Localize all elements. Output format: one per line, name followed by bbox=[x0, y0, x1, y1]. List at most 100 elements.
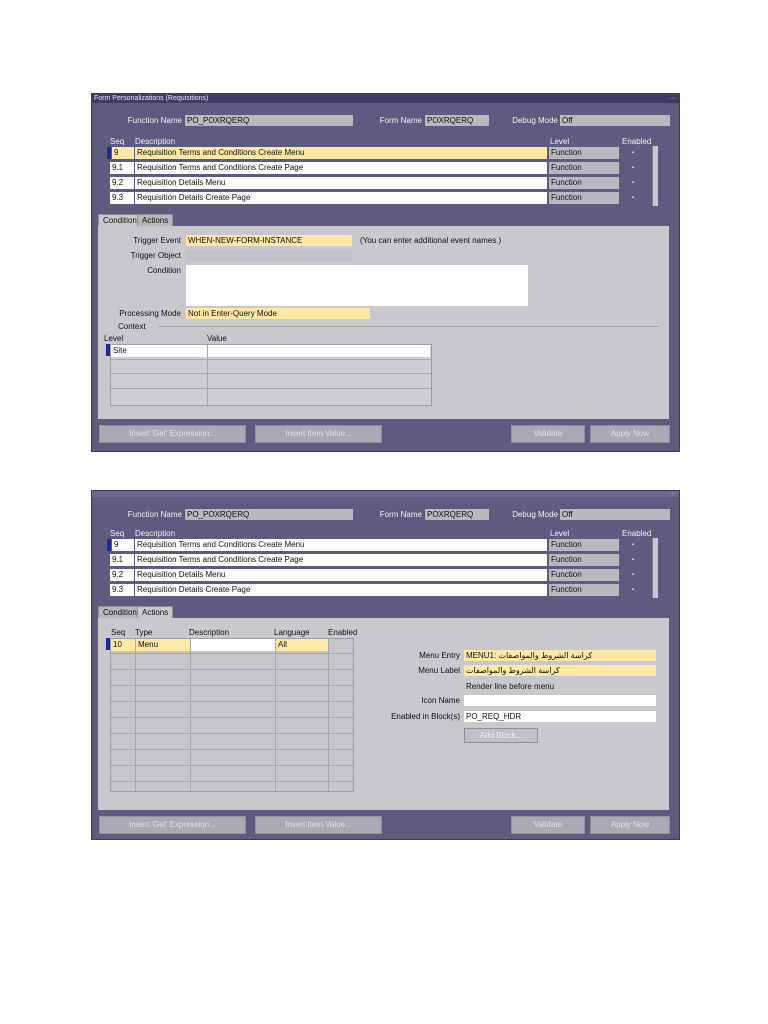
row-description[interactable]: Requisition Terms and Conditions Create … bbox=[135, 147, 547, 159]
enabled-in-blocks-field[interactable]: PO_REQ_HDR bbox=[464, 711, 656, 722]
icon-name-field[interactable] bbox=[464, 695, 656, 706]
debug-mode-select[interactable]: Off bbox=[560, 115, 670, 126]
condition-label: Condition bbox=[147, 266, 181, 275]
condition-panel: Trigger Event WHEN-NEW-FORM-INSTANCE (Yo… bbox=[98, 226, 669, 419]
row-seq[interactable]: 9.2 bbox=[110, 177, 134, 189]
row-level[interactable]: Function bbox=[549, 569, 619, 581]
table-row[interactable]: 9.1 Requisition Terms and Conditions Cre… bbox=[110, 553, 645, 566]
rows-scrollbar[interactable] bbox=[652, 538, 658, 598]
row-enabled-checkbox[interactable]: ▪ bbox=[621, 584, 645, 596]
row-description[interactable]: Requisition Details Menu bbox=[135, 177, 547, 189]
row-description[interactable]: Requisition Terms and Conditions Create … bbox=[135, 554, 547, 566]
grid-line bbox=[111, 749, 353, 750]
grid-line bbox=[328, 639, 329, 791]
trigger-event-hint: (You can enter additional event names.) bbox=[360, 236, 502, 245]
action-col-type-header: Type bbox=[135, 628, 153, 637]
validate-button[interactable]: Validate bbox=[511, 425, 585, 443]
insert-get-expression-button[interactable]: Insert 'Get' Expression... bbox=[99, 425, 246, 443]
table-row[interactable]: 9.2 Requisition Details Menu Function ▪ bbox=[110, 568, 645, 581]
menu-entry-select[interactable]: MENU1: كراسة الشروط والمواصفات bbox=[464, 650, 656, 661]
row-seq[interactable]: 9 bbox=[112, 539, 134, 551]
insert-item-value-button[interactable]: Insert Item Value... bbox=[255, 816, 382, 834]
row-description[interactable]: Requisition Details Create Page bbox=[135, 584, 547, 596]
window-controls[interactable]: ··· bbox=[669, 490, 676, 497]
trigger-object-field[interactable] bbox=[186, 250, 352, 261]
row-level[interactable]: Function bbox=[549, 162, 619, 174]
table-row[interactable]: 9.2 Requisition Details Menu Function ▪ bbox=[110, 176, 645, 189]
row-level[interactable]: Function bbox=[549, 584, 619, 596]
processing-mode-select[interactable]: Not in Enter-Query Mode bbox=[186, 308, 370, 319]
action-seq-cell[interactable]: 10 bbox=[111, 639, 135, 651]
row-enabled-checkbox[interactable]: ▪ bbox=[621, 569, 645, 581]
row-enabled-checkbox[interactable]: ▪ bbox=[621, 147, 645, 159]
row-seq[interactable]: 9.3 bbox=[110, 584, 134, 596]
context-level-cell[interactable]: Site bbox=[111, 345, 207, 357]
form-name-label: Form Name bbox=[379, 510, 422, 519]
row-seq[interactable]: 9.1 bbox=[110, 554, 134, 566]
table-row[interactable]: 9 Requisition Terms and Conditions Creat… bbox=[110, 146, 645, 159]
function-name-field[interactable]: PO_POXRQERQ bbox=[185, 509, 353, 520]
table-row[interactable]: 9.3 Requisition Details Create Page Func… bbox=[110, 191, 645, 204]
debug-mode-select[interactable]: Off bbox=[560, 509, 670, 520]
trigger-object-label: Trigger Object bbox=[130, 251, 181, 260]
grid-line bbox=[111, 388, 431, 389]
function-name-field[interactable]: PO_POXRQERQ bbox=[185, 115, 353, 126]
row-enabled-checkbox[interactable]: ▪ bbox=[621, 554, 645, 566]
table-row[interactable]: 9 Requisition Terms and Conditions Creat… bbox=[110, 538, 645, 551]
action-col-description-header: Description bbox=[189, 628, 230, 637]
action-record-indicator bbox=[106, 638, 110, 650]
condition-textarea[interactable] bbox=[186, 265, 528, 306]
validate-button[interactable]: Validate bbox=[511, 816, 585, 834]
menu-label-field[interactable]: كراسة الشروط والمواصفات bbox=[464, 665, 656, 676]
col-level-header: Level bbox=[550, 137, 570, 146]
row-level[interactable]: Function bbox=[549, 192, 619, 204]
debug-mode-label: Debug Mode bbox=[512, 510, 558, 519]
form-name-field[interactable]: POXRQERQ bbox=[425, 509, 489, 520]
row-level[interactable]: Function bbox=[549, 539, 619, 551]
row-description[interactable]: Requisition Terms and Conditions Create … bbox=[135, 539, 547, 551]
render-line-checkbox[interactable]: Render line before menu bbox=[466, 682, 554, 691]
action-description-cell[interactable] bbox=[191, 639, 275, 651]
window-title: Form Personalizations (Requisitions) bbox=[94, 95, 209, 102]
window-title-bar: Form Personalizations (Requisitions) ··· bbox=[92, 94, 679, 103]
grid-line bbox=[111, 701, 353, 702]
trigger-event-label: Trigger Event bbox=[133, 236, 181, 245]
row-description[interactable]: Requisition Details Create Page bbox=[135, 192, 547, 204]
row-seq[interactable]: 9.1 bbox=[110, 162, 134, 174]
trigger-event-field[interactable]: WHEN-NEW-FORM-INSTANCE bbox=[186, 235, 352, 246]
insert-get-expression-button[interactable]: Insert 'Get' Expression... bbox=[99, 816, 246, 834]
row-seq[interactable]: 9.2 bbox=[110, 569, 134, 581]
row-description[interactable]: Requisition Terms and Conditions Create … bbox=[135, 162, 547, 174]
row-enabled-checkbox[interactable]: ▪ bbox=[621, 539, 645, 551]
row-level[interactable]: Function bbox=[549, 177, 619, 189]
row-enabled-checkbox[interactable]: ▪ bbox=[621, 177, 645, 189]
action-type-cell[interactable]: Menu bbox=[136, 639, 190, 651]
form-name-label: Form Name bbox=[379, 116, 422, 125]
add-block-button[interactable]: Add Block... bbox=[464, 728, 538, 743]
insert-item-value-button[interactable]: Insert Item Value... bbox=[255, 425, 382, 443]
window-controls[interactable]: ··· bbox=[669, 94, 676, 103]
context-value-cell[interactable] bbox=[208, 345, 430, 357]
table-row[interactable]: 9.3 Requisition Details Create Page Func… bbox=[110, 583, 645, 596]
rows-scrollbar[interactable] bbox=[652, 146, 658, 206]
row-level[interactable]: Function bbox=[549, 554, 619, 566]
tab-condition[interactable]: Condition bbox=[98, 606, 142, 618]
tab-actions[interactable]: Actions bbox=[137, 214, 174, 226]
row-description[interactable]: Requisition Details Menu bbox=[135, 569, 547, 581]
row-enabled-checkbox[interactable]: ▪ bbox=[621, 192, 645, 204]
grid-line bbox=[111, 765, 353, 766]
function-name-label: Function Name bbox=[127, 510, 182, 519]
form-name-field[interactable]: POXRQERQ bbox=[425, 115, 489, 126]
row-level[interactable]: Function bbox=[549, 147, 619, 159]
row-seq[interactable]: 9 bbox=[112, 147, 134, 159]
enabled-in-blocks-label: Enabled in Block(s) bbox=[391, 712, 460, 721]
table-row[interactable]: 9.1 Requisition Terms and Conditions Cre… bbox=[110, 161, 645, 174]
row-seq[interactable]: 9.3 bbox=[110, 192, 134, 204]
tab-actions[interactable]: Actions bbox=[137, 606, 174, 618]
row-enabled-checkbox[interactable]: ▪ bbox=[621, 162, 645, 174]
apply-now-button[interactable]: Apply Now bbox=[590, 816, 670, 834]
apply-now-button[interactable]: Apply Now bbox=[590, 425, 670, 443]
context-value-header: Value bbox=[207, 334, 227, 343]
tab-condition[interactable]: Condition bbox=[98, 214, 142, 226]
action-language-cell[interactable]: All bbox=[276, 639, 328, 651]
